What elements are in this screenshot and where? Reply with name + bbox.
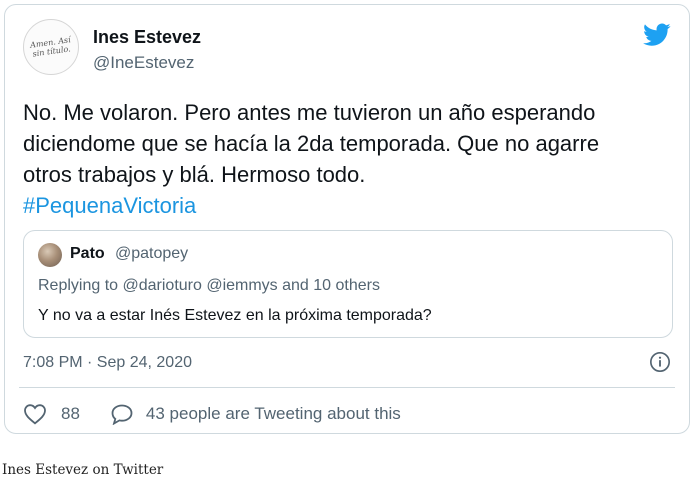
info-icon[interactable] xyxy=(649,351,671,373)
tweet-text-line: diciendome que se hacía la 2da temporada… xyxy=(23,131,600,156)
quoted-author-name: Pato xyxy=(70,245,105,262)
tweet-timestamp[interactable]: 7:08 PM · Sep 24, 2020 xyxy=(23,354,192,372)
replying-to-label: Replying to @darioturo @iemmys and 10 ot… xyxy=(38,277,380,294)
author-name[interactable]: Ines Estevez xyxy=(93,27,201,48)
quoted-tweet-text: Y no va a estar Inés Estevez en la próxi… xyxy=(38,307,432,324)
hashtag-link[interactable]: #PequenaVictoria xyxy=(23,190,673,221)
avatar-lettering: Amen. Así sin título. xyxy=(29,35,72,59)
tweet-text-line: No. Me volaron. Pero antes me tuvieron u… xyxy=(23,100,596,125)
divider xyxy=(19,387,675,388)
author-avatar[interactable]: Amen. Así sin título. xyxy=(23,19,79,75)
quoted-tweet[interactable]: Pato @patopey Replying to @darioturo @ie… xyxy=(23,230,673,338)
tweeting-about-link[interactable]: 43 people are Tweeting about this xyxy=(146,404,401,424)
tweet-actions: 88 43 people are Tweeting about this xyxy=(23,403,401,425)
tweet-text: No. Me volaron. Pero antes me tuvieron u… xyxy=(23,97,673,221)
quoted-author-handle: @patopey xyxy=(115,245,189,262)
speech-bubble-icon[interactable] xyxy=(110,403,134,425)
image-caption: Ines Estevez on Twitter xyxy=(2,462,164,478)
twitter-bird-icon[interactable] xyxy=(643,23,671,47)
tweet-card: Amen. Así sin título. Ines Estevez @IneE… xyxy=(4,4,690,434)
quoted-author-avatar xyxy=(38,243,62,267)
heart-icon[interactable] xyxy=(23,403,47,425)
author-handle[interactable]: @IneEstevez xyxy=(93,53,194,73)
like-count[interactable]: 88 xyxy=(61,404,80,424)
tweet-text-line: otros trabajos y blá. Hermoso todo. xyxy=(23,162,366,187)
